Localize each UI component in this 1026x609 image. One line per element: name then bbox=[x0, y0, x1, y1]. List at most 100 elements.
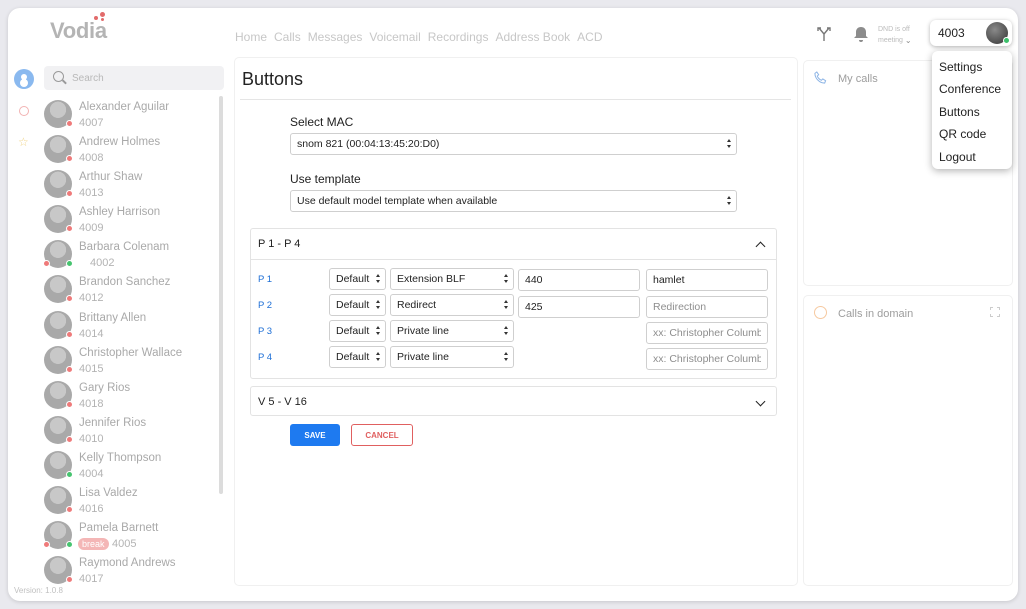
nav-calls[interactable]: Calls bbox=[274, 30, 301, 44]
mode-select-p2[interactable]: Default bbox=[329, 294, 386, 316]
online-status-icon bbox=[1003, 37, 1010, 44]
mode-text: meeting bbox=[878, 37, 903, 44]
nav-messages[interactable]: Messages bbox=[308, 30, 363, 44]
mode-select-p4[interactable]: Default bbox=[329, 346, 386, 368]
list-item[interactable]: Raymond Andrews 4017 bbox=[44, 553, 224, 588]
mode-value: Default bbox=[336, 325, 370, 337]
mode-value: Default bbox=[336, 273, 370, 285]
contact-extension: 4002 bbox=[90, 257, 115, 270]
list-item[interactable]: Alexander Aguilar 4007 bbox=[44, 97, 224, 132]
menu-item-settings[interactable]: Settings bbox=[932, 57, 1012, 79]
contact-extension: 4016 bbox=[79, 503, 104, 516]
name-input-p2[interactable] bbox=[646, 296, 768, 318]
name-input-p3[interactable] bbox=[646, 322, 768, 344]
name-input-p1[interactable] bbox=[646, 269, 768, 291]
contact-scrollbar[interactable] bbox=[219, 96, 223, 494]
list-item[interactable]: Christopher Wallace 4015 bbox=[44, 343, 224, 378]
header: Vodia Home Calls Messages Voicemail Reco… bbox=[8, 8, 1018, 60]
search-input[interactable] bbox=[72, 70, 212, 86]
user-menu-toggle[interactable]: 4003 bbox=[930, 20, 1012, 46]
type-value: Private line bbox=[397, 325, 449, 337]
menu-item-qr-code[interactable]: QR code bbox=[932, 124, 1012, 146]
type-select-p3[interactable]: Private line bbox=[390, 320, 514, 342]
list-item[interactable]: Brittany Allen 4014 bbox=[44, 308, 224, 343]
list-item[interactable]: Lisa Valdez 4016 bbox=[44, 483, 224, 518]
row-label-p1: P 1 bbox=[258, 274, 273, 285]
contact-extension: 4008 bbox=[79, 152, 104, 165]
type-value: Redirect bbox=[397, 299, 437, 311]
dnd-status[interactable]: DND is off meeting ⌄ bbox=[878, 24, 912, 46]
type-value: Private line bbox=[397, 351, 449, 363]
type-value: Extension BLF bbox=[397, 273, 466, 285]
number-input-p2[interactable] bbox=[518, 296, 640, 318]
select-mac-dropdown[interactable]: snom 821 (00:04:13:45:20:D0) bbox=[290, 133, 737, 155]
calls-in-domain-card: Calls in domain bbox=[804, 296, 1012, 585]
select-arrows-icon bbox=[376, 352, 381, 362]
contact-extension: 4015 bbox=[79, 362, 104, 375]
contact-name: Ashley Harrison bbox=[79, 206, 161, 219]
number-input-p1[interactable] bbox=[518, 269, 640, 291]
contact-name: Christopher Wallace bbox=[79, 346, 183, 359]
nav-acd[interactable]: ACD bbox=[577, 30, 602, 44]
bell-icon[interactable] bbox=[853, 25, 869, 43]
section-v5-v16[interactable]: V 5 - V 16 bbox=[250, 386, 777, 416]
row-label-p3: P 3 bbox=[258, 326, 273, 337]
favorites-star-icon[interactable]: ☆ bbox=[18, 135, 29, 149]
online-dot-icon bbox=[66, 260, 73, 268]
mode-select-p1[interactable]: Default bbox=[329, 268, 386, 290]
menu-item-logout[interactable]: Logout bbox=[932, 147, 1012, 169]
user-dropdown-menu: Settings Conference Buttons QR code Logo… bbox=[932, 51, 1012, 169]
name-input-p4[interactable] bbox=[646, 348, 768, 370]
mode-value: Default bbox=[336, 299, 370, 311]
online-dot-icon bbox=[66, 470, 73, 478]
chevron-up-icon bbox=[755, 241, 766, 252]
type-select-p1[interactable]: Extension BLF bbox=[390, 268, 514, 290]
user-extension: 4003 bbox=[938, 26, 965, 40]
status-badge: break bbox=[78, 538, 109, 551]
contact-extension: 4018 bbox=[79, 397, 104, 410]
contact-name: Alexander Aguilar bbox=[79, 101, 170, 113]
menu-item-buttons[interactable]: Buttons bbox=[932, 102, 1012, 124]
list-item[interactable]: Gary Rios 4018 bbox=[44, 378, 224, 413]
type-select-p2[interactable]: Redirect bbox=[390, 294, 514, 316]
list-item[interactable]: Brandon Sanchez 4012 bbox=[44, 272, 224, 307]
select-arrows-icon bbox=[504, 326, 509, 336]
nav-voicemail[interactable]: Voicemail bbox=[369, 30, 420, 44]
list-item[interactable]: Jennifer Rios 4010 bbox=[44, 413, 224, 448]
phone-icon bbox=[814, 71, 827, 84]
cancel-button[interactable]: CANCEL bbox=[351, 424, 413, 446]
list-item[interactable]: Ashley Harrison 4009 bbox=[44, 202, 224, 237]
select-arrows-icon bbox=[727, 196, 732, 206]
title-divider bbox=[240, 99, 791, 100]
contact-extension: 4017 bbox=[79, 573, 104, 586]
list-item[interactable]: Arthur Shaw 4013 bbox=[44, 167, 224, 202]
nav-address-book[interactable]: Address Book bbox=[495, 30, 570, 44]
nav-recordings[interactable]: Recordings bbox=[428, 30, 489, 44]
list-item[interactable]: Andrew Holmes 4008 bbox=[44, 132, 224, 167]
save-button[interactable]: SAVE bbox=[290, 424, 340, 446]
status-dot-icon bbox=[66, 506, 73, 514]
template-dropdown[interactable]: Use default model template when availabl… bbox=[290, 190, 737, 212]
call-split-icon[interactable] bbox=[816, 26, 832, 42]
list-item[interactable]: Kelly Thompson 4004 bbox=[44, 448, 224, 483]
dnd-text: DND is off bbox=[878, 26, 910, 33]
contact-extension: 4009 bbox=[79, 222, 104, 235]
status-dot-icon bbox=[43, 260, 50, 268]
recent-clock-icon[interactable] bbox=[19, 106, 29, 116]
contact-name: Brittany Allen bbox=[79, 311, 147, 324]
list-item[interactable]: Barbara Colenam 4002 bbox=[43, 237, 224, 272]
expand-icon[interactable] bbox=[990, 307, 1000, 317]
section-p1-p4-header[interactable]: P 1 - P 4 bbox=[251, 229, 776, 259]
status-dot-icon bbox=[66, 365, 73, 373]
contacts-tab-icon[interactable] bbox=[14, 69, 34, 89]
menu-item-conference[interactable]: Conference bbox=[932, 79, 1012, 101]
select-arrows-icon bbox=[504, 300, 509, 310]
contact-search bbox=[44, 66, 224, 90]
mode-select-p3[interactable]: Default bbox=[329, 320, 386, 342]
section-divider bbox=[251, 259, 776, 260]
section-p1-p4-title: P 1 - P 4 bbox=[258, 238, 301, 250]
list-item[interactable]: Pamela Barnett break 4005 bbox=[43, 518, 224, 553]
type-select-p4[interactable]: Private line bbox=[390, 346, 514, 368]
nav-home[interactable]: Home bbox=[235, 30, 267, 44]
contact-name: Lisa Valdez bbox=[79, 487, 138, 500]
